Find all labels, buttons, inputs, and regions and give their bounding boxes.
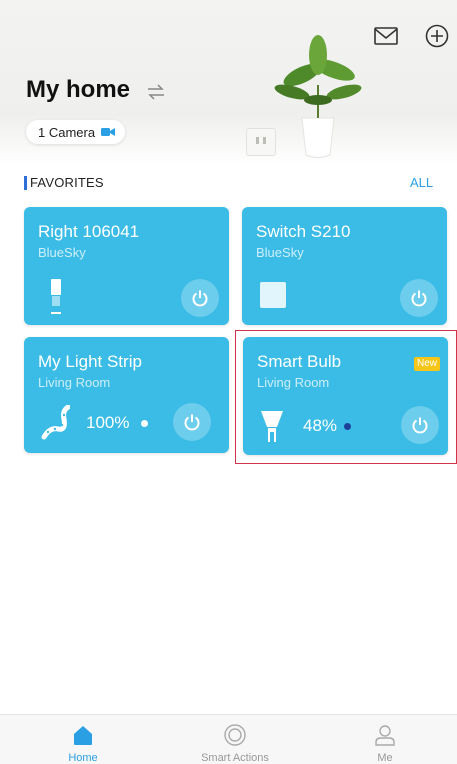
power-button[interactable] <box>173 403 211 441</box>
tab-label: Smart Actions <box>201 752 269 764</box>
user-icon <box>375 725 395 746</box>
page-title[interactable]: My home <box>26 76 130 104</box>
device-location: BlueSky <box>256 245 304 260</box>
favorites-all-link[interactable]: ALL <box>410 175 433 190</box>
add-icon[interactable] <box>423 22 451 50</box>
home-icon <box>74 726 92 745</box>
device-name: Right 106041 <box>38 222 140 241</box>
switch-home-icon[interactable] <box>146 83 166 101</box>
selection-highlight <box>235 330 457 464</box>
device-card-switch-s210[interactable]: Switch S210 BlueSky <box>242 207 447 325</box>
device-location: BlueSky <box>38 245 86 260</box>
power-button[interactable] <box>181 279 219 317</box>
device-name: Switch S210 <box>256 222 351 241</box>
power-icon <box>192 290 208 307</box>
plant-decoration <box>274 35 362 158</box>
camera-count-label: 1 Camera <box>38 124 96 140</box>
tab-me[interactable]: Me <box>309 715 457 764</box>
device-name: My Light Strip <box>38 352 142 371</box>
device-card-my-light-strip[interactable]: My Light Strip Living Room 100% <box>24 337 229 453</box>
light-strip-icon <box>41 405 70 440</box>
section-marker <box>24 176 27 190</box>
bottom-tab-bar: Home Smart Actions Me <box>0 714 457 764</box>
power-icon <box>411 290 427 307</box>
device-card-right-106041[interactable]: Right 106041 BlueSky <box>24 207 229 325</box>
tab-smart-actions[interactable]: Smart Actions <box>159 715 311 764</box>
switch-panel-icon <box>260 282 286 308</box>
favorites-heading: FAVORITES <box>30 175 104 190</box>
brightness-value: 100% <box>86 413 130 432</box>
video-camera-icon <box>101 128 116 136</box>
tab-label: Home <box>68 752 98 764</box>
light-switch-icon <box>51 279 61 314</box>
tab-label: Me <box>377 752 393 764</box>
smart-actions-icon <box>224 724 246 746</box>
wall-outlet-decoration <box>246 128 276 156</box>
camera-count-pill[interactable]: 1 Camera <box>26 120 126 144</box>
mail-icon[interactable] <box>372 22 400 50</box>
tab-home[interactable]: Home <box>7 715 159 764</box>
power-icon <box>184 414 200 431</box>
status-dot <box>141 420 148 427</box>
device-location: Living Room <box>38 375 111 390</box>
power-button[interactable] <box>400 279 438 317</box>
